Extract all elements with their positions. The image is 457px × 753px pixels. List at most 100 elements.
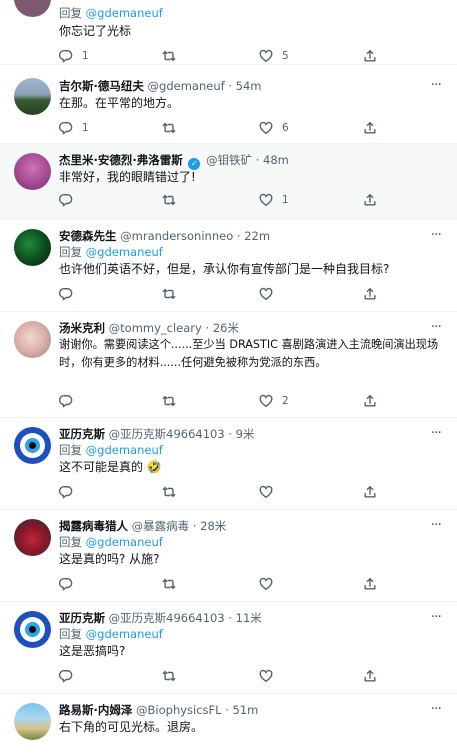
reply-mention-link[interactable]: @gdemaneuf (86, 6, 163, 20)
tweet[interactable]: 亚历克斯 @亚历克斯49664103 · 11米 ··· 回复 @gdemane… (0, 602, 457, 694)
reply-mention-link[interactable]: @gdemaneuf (86, 245, 163, 259)
retweet-button[interactable] (162, 576, 176, 592)
tweet-actions (59, 668, 389, 684)
retweet-icon (162, 50, 176, 62)
tweet[interactable]: 回复 @gdemaneuf 你忘记了光标 1 5 (0, 0, 457, 65)
like-button[interactable]: 1 (259, 192, 289, 208)
reply-count: 1 (82, 50, 89, 62)
tweet[interactable]: 揭露病毒猎人 @暴露病毒 · 28米 ··· 回复 @gdemaneuf 这是真… (0, 510, 457, 602)
share-button[interactable] (363, 286, 377, 302)
author-name[interactable]: 揭露病毒猎人 (59, 519, 128, 533)
reply-button[interactable] (59, 192, 73, 208)
author-name[interactable]: 安德森先生 (59, 229, 117, 243)
author-name[interactable]: 杰里米·安德烈·弗洛雷斯 (59, 153, 183, 167)
more-icon[interactable]: ··· (431, 227, 442, 243)
retweet-icon (162, 395, 176, 407)
tweet[interactable]: 杰里米·安德烈·弗洛雷斯 ✓ @钼铁矿 · 48m 非常好，我的眼睛错过了! 1 (0, 144, 457, 220)
author-name[interactable]: 路易斯·内姆泽 (59, 703, 132, 717)
more-icon[interactable]: ··· (431, 517, 442, 533)
like-count: 2 (282, 395, 289, 407)
reply-context: 回复 @gdemaneuf (59, 443, 163, 457)
avatar[interactable] (14, 229, 51, 266)
reply-button[interactable] (59, 668, 73, 684)
like-button[interactable] (259, 576, 273, 592)
tweet-time[interactable]: 28米 (200, 519, 226, 533)
reply-button[interactable] (59, 393, 73, 409)
like-button[interactable] (259, 668, 273, 684)
tweet-time[interactable]: 11米 (236, 611, 262, 625)
tweet[interactable]: 吉尔斯·德马纽夫 @gdemaneuf · 54m ··· 在那。在平常的地方。… (0, 65, 457, 144)
share-button[interactable] (363, 668, 377, 684)
share-button[interactable] (363, 484, 377, 500)
author-name[interactable]: 亚历克斯 (59, 611, 105, 625)
author-name[interactable]: 吉尔斯·德马纽夫 (59, 79, 144, 93)
more-icon[interactable]: ··· (431, 609, 442, 625)
share-button[interactable] (363, 393, 377, 409)
retweet-button[interactable] (162, 286, 176, 302)
like-button[interactable] (259, 286, 273, 302)
more-icon[interactable]: ··· (431, 319, 442, 335)
author-handle[interactable]: @钼铁矿 (206, 153, 252, 167)
tweet-actions: 1 5 (59, 48, 389, 64)
retweet-icon (162, 288, 176, 300)
author-handle[interactable]: @tommy_cleary (109, 321, 202, 335)
share-button[interactable] (363, 120, 377, 136)
tweet-time[interactable]: 48m (263, 153, 289, 167)
share-button[interactable] (363, 192, 377, 208)
reply-mention-link[interactable]: @gdemaneuf (86, 627, 163, 641)
retweet-button[interactable] (162, 393, 176, 409)
like-icon (259, 121, 273, 134)
avatar[interactable] (14, 321, 51, 358)
share-button[interactable] (363, 576, 377, 592)
tweet[interactable]: 路易斯·内姆泽 @BiophysicsFL · 51m ··· 右下角的可见光标… (0, 694, 457, 753)
retweet-button[interactable] (162, 48, 176, 64)
retweet-button[interactable] (162, 668, 176, 684)
reply-mention-link[interactable]: @gdemaneuf (86, 443, 163, 457)
retweet-button[interactable] (162, 120, 176, 136)
tweet-text-line: 谢谢你。需要阅读这个......至少当 DRASTIC 喜剧路演进入主流晚间演出… (59, 338, 439, 351)
tweet-time[interactable]: 9米 (236, 427, 255, 441)
tweet[interactable]: 汤米克利 @tommy_cleary · 26米 ··· 谢谢你。需要阅读这个.… (0, 312, 457, 418)
reply-button[interactable] (59, 286, 73, 302)
tweet-time[interactable]: 26米 (213, 321, 239, 335)
like-icon (259, 193, 273, 206)
avatar[interactable] (14, 519, 51, 556)
tweet-header: 路易斯·内姆泽 @BiophysicsFL · 51m (59, 702, 427, 718)
more-icon[interactable]: ··· (431, 425, 442, 441)
author-handle[interactable]: @gdemaneuf (148, 79, 225, 93)
author-handle[interactable]: @亚历克斯49664103 (109, 427, 225, 441)
like-button[interactable]: 5 (259, 48, 289, 64)
avatar[interactable] (14, 427, 51, 464)
tweet-time[interactable]: 51m (233, 703, 259, 717)
reply-button[interactable]: 1 (59, 48, 89, 64)
time-separator: · (225, 703, 229, 717)
avatar[interactable] (14, 611, 51, 648)
tweet-time[interactable]: 54m (236, 79, 262, 93)
author-handle[interactable]: @mrandersoninneo (120, 229, 233, 243)
tweet-actions (59, 576, 389, 592)
like-button[interactable]: 2 (259, 393, 289, 409)
more-icon[interactable]: ··· (431, 701, 442, 717)
reply-button[interactable] (59, 576, 73, 592)
avatar[interactable] (14, 153, 51, 190)
share-button[interactable] (363, 48, 377, 64)
like-button[interactable] (259, 484, 273, 500)
like-button[interactable]: 6 (259, 120, 289, 136)
tweet[interactable]: 安德森先生 @mrandersoninneo · 22m ··· 回复 @gde… (0, 220, 457, 312)
reply-button[interactable]: 1 (59, 120, 89, 136)
author-name[interactable]: 亚历克斯 (59, 427, 105, 441)
author-handle[interactable]: @BiophysicsFL (136, 703, 222, 717)
reply-button[interactable] (59, 484, 73, 500)
retweet-button[interactable] (162, 192, 176, 208)
tweet[interactable]: 亚历克斯 @亚历克斯49664103 · 9米 ··· 回复 @gdemaneu… (0, 418, 457, 510)
author-handle[interactable]: @暴露病毒 (132, 519, 190, 533)
retweet-button[interactable] (162, 484, 176, 500)
more-icon[interactable]: ··· (431, 77, 442, 93)
avatar[interactable] (14, 0, 51, 17)
avatar[interactable] (14, 78, 51, 115)
tweet-time[interactable]: 22m (244, 229, 270, 243)
avatar[interactable] (14, 703, 51, 740)
author-handle[interactable]: @亚历克斯49664103 (109, 611, 225, 625)
author-name[interactable]: 汤米克利 (59, 321, 105, 335)
reply-mention-link[interactable]: @gdemaneuf (86, 535, 163, 549)
